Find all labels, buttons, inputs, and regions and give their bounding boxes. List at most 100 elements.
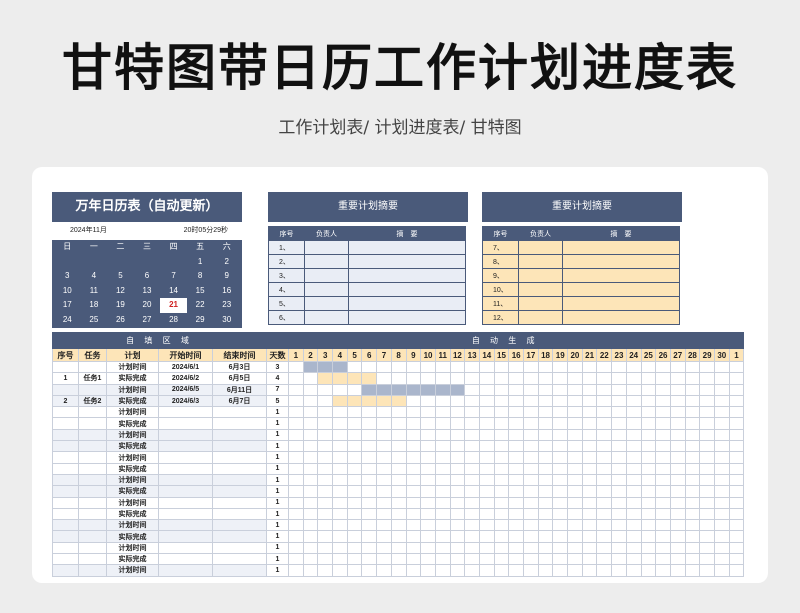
- gantt-task-name[interactable]: [78, 519, 107, 532]
- gantt-plan-type[interactable]: 计划时间: [106, 473, 159, 487]
- gantt-plan-type[interactable]: 计划时间: [106, 496, 159, 509]
- gantt-start-date[interactable]: [158, 519, 213, 532]
- summary-right-summary-cell[interactable]: [562, 254, 680, 269]
- calendar-day[interactable]: 24: [54, 313, 81, 328]
- gantt-task-number[interactable]: 2: [52, 394, 79, 408]
- summary-left-summary-cell[interactable]: [348, 310, 466, 325]
- gantt-task-name[interactable]: [78, 462, 107, 475]
- gantt-start-date[interactable]: 2024/6/5: [158, 383, 213, 396]
- gantt-task-name[interactable]: [78, 507, 107, 521]
- gantt-start-date[interactable]: [158, 553, 213, 566]
- gantt-task-name[interactable]: [78, 451, 107, 464]
- calendar-day[interactable]: 27: [134, 313, 161, 328]
- gantt-task-name[interactable]: [78, 541, 107, 555]
- gantt-end-date[interactable]: [212, 406, 267, 419]
- calendar-day[interactable]: 15: [187, 284, 214, 299]
- summary-right-summary-cell[interactable]: [562, 282, 680, 297]
- gantt-end-date[interactable]: [212, 519, 267, 532]
- gantt-start-date[interactable]: [158, 473, 213, 487]
- gantt-end-date[interactable]: 6月3日: [212, 360, 267, 374]
- summary-left-owner-cell[interactable]: [304, 296, 349, 311]
- calendar-day[interactable]: 18: [81, 298, 108, 313]
- calendar-day[interactable]: 23: [213, 298, 240, 313]
- gantt-plan-type[interactable]: 实际完成: [106, 394, 159, 408]
- calendar-day[interactable]: [134, 255, 161, 270]
- gantt-plan-type[interactable]: 实际完成: [106, 507, 159, 521]
- gantt-end-date[interactable]: 6月7日: [212, 394, 267, 408]
- gantt-plan-type[interactable]: 实际完成: [106, 530, 159, 543]
- gantt-end-date[interactable]: [212, 440, 267, 453]
- gantt-end-date[interactable]: [212, 530, 267, 543]
- calendar-day[interactable]: 21: [160, 298, 187, 313]
- calendar-day[interactable]: 9: [213, 269, 240, 284]
- summary-left-owner-cell[interactable]: [304, 282, 349, 297]
- gantt-plan-type[interactable]: 实际完成: [106, 462, 159, 475]
- calendar-day[interactable]: 7: [160, 269, 187, 284]
- gantt-start-date[interactable]: [158, 541, 213, 555]
- summary-right-owner-cell[interactable]: [518, 268, 563, 283]
- gantt-task-number[interactable]: [52, 507, 79, 521]
- gantt-task-number[interactable]: [52, 553, 79, 566]
- gantt-start-date[interactable]: [158, 530, 213, 543]
- summary-left-summary-cell[interactable]: [348, 254, 466, 269]
- gantt-task-number[interactable]: [52, 383, 79, 396]
- calendar-day[interactable]: 1: [187, 255, 214, 270]
- summary-left-summary-cell[interactable]: [348, 268, 466, 283]
- gantt-task-name[interactable]: [78, 417, 107, 430]
- calendar-day[interactable]: [107, 255, 134, 270]
- gantt-end-date[interactable]: [212, 507, 267, 521]
- gantt-task-number[interactable]: [52, 360, 79, 374]
- gantt-task-number[interactable]: [52, 428, 79, 442]
- gantt-task-name[interactable]: [78, 360, 107, 374]
- gantt-end-date[interactable]: [212, 417, 267, 430]
- gantt-plan-type[interactable]: 计划时间: [106, 383, 159, 396]
- gantt-plan-type[interactable]: 计划时间: [106, 360, 159, 374]
- gantt-start-date[interactable]: [158, 496, 213, 509]
- summary-right-owner-cell[interactable]: [518, 240, 563, 255]
- gantt-start-date[interactable]: [158, 406, 213, 419]
- calendar-day[interactable]: 10: [54, 284, 81, 299]
- gantt-end-date[interactable]: [212, 462, 267, 475]
- gantt-task-number[interactable]: [52, 417, 79, 430]
- gantt-start-date[interactable]: [158, 417, 213, 430]
- gantt-task-number[interactable]: [52, 519, 79, 532]
- gantt-start-date[interactable]: [158, 451, 213, 464]
- gantt-start-date[interactable]: 2024/6/1: [158, 360, 213, 374]
- summary-right-summary-cell[interactable]: [562, 240, 680, 255]
- calendar-day[interactable]: 30: [213, 313, 240, 328]
- calendar-day[interactable]: 26: [107, 313, 134, 328]
- gantt-task-name[interactable]: [78, 383, 107, 396]
- calendar-day[interactable]: 5: [107, 269, 134, 284]
- calendar-day[interactable]: 12: [107, 284, 134, 299]
- gantt-plan-type[interactable]: 实际完成: [106, 485, 159, 498]
- gantt-task-name[interactable]: [78, 485, 107, 498]
- summary-left-owner-cell[interactable]: [304, 254, 349, 269]
- gantt-plan-type[interactable]: 实际完成: [106, 372, 159, 385]
- gantt-task-number[interactable]: [52, 451, 79, 464]
- calendar-day[interactable]: [81, 255, 108, 270]
- gantt-start-date[interactable]: [158, 462, 213, 475]
- calendar-day[interactable]: 16: [213, 284, 240, 299]
- gantt-end-date[interactable]: [212, 451, 267, 464]
- gantt-plan-type[interactable]: 计划时间: [106, 428, 159, 442]
- summary-right-summary-cell[interactable]: [562, 310, 680, 325]
- gantt-start-date[interactable]: [158, 485, 213, 498]
- calendar-day[interactable]: 2: [213, 255, 240, 270]
- gantt-end-date[interactable]: 6月5日: [212, 372, 267, 385]
- gantt-task-number[interactable]: [52, 541, 79, 555]
- calendar-day[interactable]: 3: [54, 269, 81, 284]
- calendar-day[interactable]: 6: [134, 269, 161, 284]
- calendar-day[interactable]: 29: [187, 313, 214, 328]
- gantt-task-name[interactable]: [78, 530, 107, 543]
- gantt-plan-type[interactable]: 实际完成: [106, 417, 159, 430]
- gantt-task-name[interactable]: [78, 428, 107, 442]
- gantt-plan-type[interactable]: 计划时间: [106, 519, 159, 532]
- summary-left-summary-cell[interactable]: [348, 296, 466, 311]
- calendar-day[interactable]: [54, 255, 81, 270]
- calendar-day[interactable]: 20: [134, 298, 161, 313]
- gantt-end-date[interactable]: [212, 428, 267, 442]
- gantt-task-number[interactable]: 1: [52, 372, 79, 385]
- gantt-task-number[interactable]: [52, 496, 79, 509]
- gantt-task-name[interactable]: 任务1: [78, 372, 107, 385]
- gantt-plan-type[interactable]: 计划时间: [106, 451, 159, 464]
